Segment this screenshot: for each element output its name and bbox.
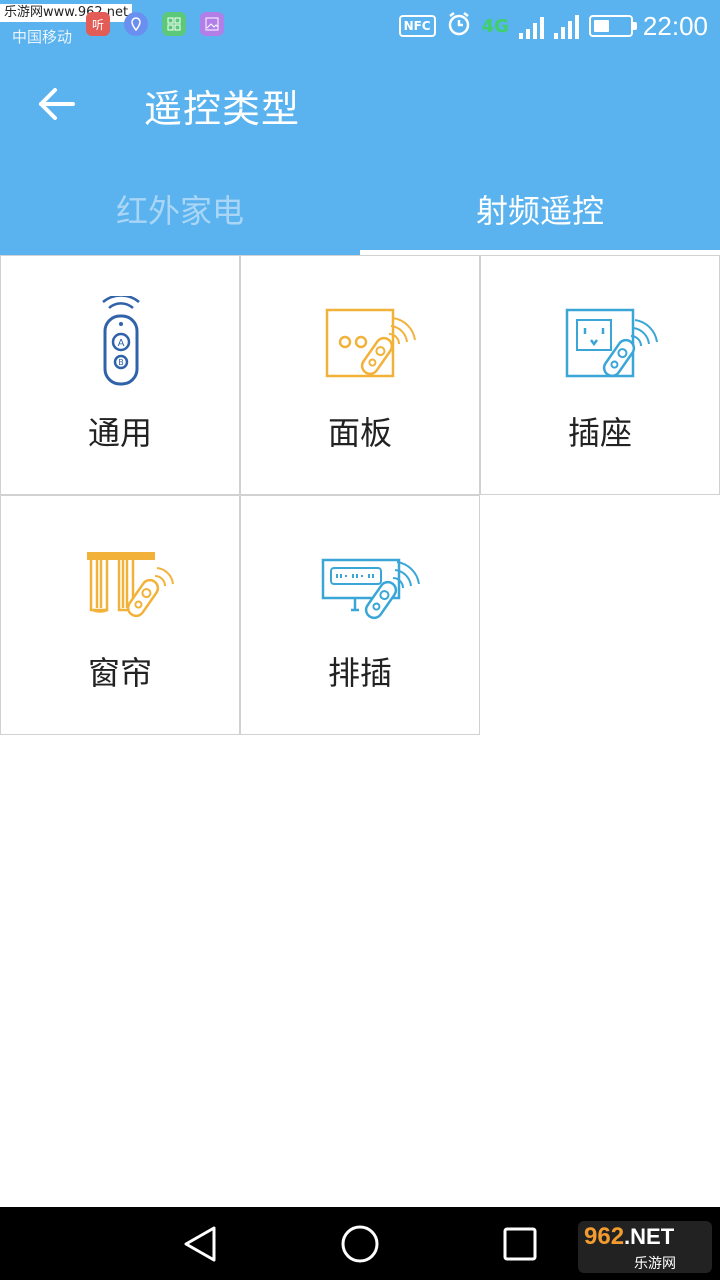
header: 乐游网www.962.net 中国移动 听 NFC 4G 22:00 遥控类型 … — [0, 0, 720, 255]
svg-text:B: B — [118, 358, 124, 367]
watermark-brand: 962.NET — [584, 1223, 675, 1250]
grid-item-power-strip[interactable]: 排插 — [240, 495, 480, 735]
curtain-remote-icon — [87, 552, 174, 618]
circle-home-icon — [341, 1225, 379, 1263]
grid-item-label: 插座 — [567, 414, 632, 452]
nav-home-button[interactable] — [336, 1221, 384, 1267]
gallery-icon — [200, 12, 224, 36]
universal-remote-icon: A B — [102, 296, 140, 386]
status-bar: 乐游网www.962.net 中国移动 听 NFC 4G 22:00 — [0, 0, 720, 52]
music-app-icon: 听 — [86, 12, 110, 36]
location-icon — [124, 12, 148, 36]
grid-item-label: 面板 — [327, 414, 392, 452]
power-strip-remote-icon — [321, 558, 420, 620]
nfc-icon: NFC — [398, 15, 436, 37]
carrier-name: 中国移动 — [12, 28, 73, 46]
back-button[interactable] — [28, 76, 84, 132]
grid-item-label: 通用 — [87, 414, 152, 452]
signal-strength-icon-2 — [553, 13, 579, 39]
page-title: 遥控类型 — [144, 87, 301, 131]
clock: 22:00 — [642, 10, 708, 41]
grid-app-icon — [162, 12, 186, 36]
grid-item-label: 排插 — [327, 654, 392, 692]
notification-icons: 听 — [86, 12, 224, 36]
socket-remote-icon — [565, 308, 658, 378]
tab-bar: 红外家电 射频遥控 — [0, 170, 720, 255]
svg-text:A: A — [118, 338, 125, 349]
alarm-icon — [446, 11, 472, 41]
grid-item-label: 窗帘 — [87, 654, 152, 692]
triangle-back-icon — [184, 1226, 216, 1262]
battery-icon — [588, 15, 637, 37]
square-recents-icon — [503, 1227, 537, 1261]
app-bar: 遥控类型 — [0, 60, 720, 152]
status-right: NFC 4G 22:00 — [398, 8, 708, 44]
nav-back-button[interactable] — [176, 1221, 224, 1267]
grid-item-socket[interactable]: 插座 — [480, 255, 720, 495]
navigation-bar: 962.NET 乐游网 — [0, 1207, 720, 1280]
tab-rf-remote[interactable]: 射频遥控 — [360, 170, 720, 255]
arrow-left-icon — [39, 88, 75, 120]
tab-infrared[interactable]: 红外家电 — [0, 170, 360, 255]
grid-item-universal[interactable]: A B 通用 — [0, 255, 240, 495]
watermark-logo: 962.NET 乐游网 — [578, 1221, 712, 1273]
battery-level — [593, 20, 609, 32]
wall-panel-remote-icon — [325, 308, 416, 378]
watermark-site: 乐游网 — [634, 1256, 676, 1272]
signal-strength-icon-1 — [518, 13, 544, 39]
nav-recents-button[interactable] — [496, 1221, 544, 1267]
grid-item-panel[interactable]: 面板 — [240, 255, 480, 495]
grid-item-curtain[interactable]: 窗帘 — [0, 495, 240, 735]
network-type: 4G — [481, 15, 509, 37]
